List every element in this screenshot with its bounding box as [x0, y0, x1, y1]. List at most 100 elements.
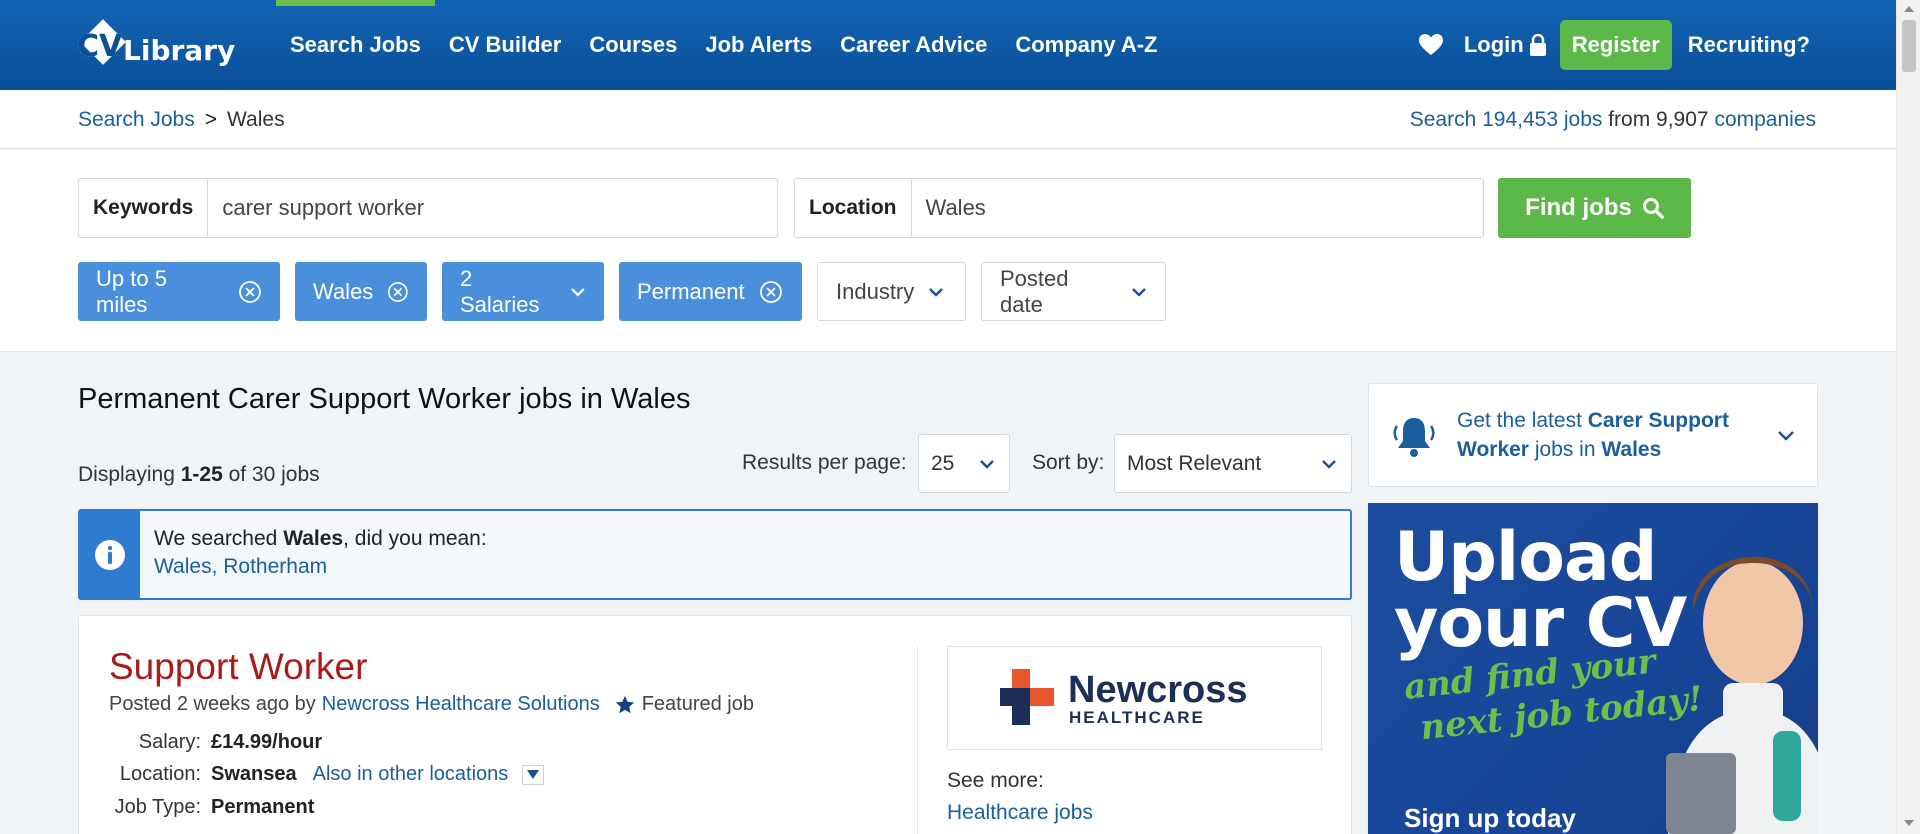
job-type-label: Job Type: [114, 796, 201, 818]
filter-distance-chip[interactable]: Up to 5 miles [78, 262, 280, 321]
advert-cta[interactable]: Sign up today [1404, 803, 1576, 834]
newcross-logo-name: Newcross [1068, 669, 1248, 711]
close-circle-icon[interactable] [238, 280, 262, 304]
job-alert-text: Get the latest Carer Support Worker jobs… [1457, 406, 1767, 464]
see-more-label: See more: [947, 769, 1044, 792]
results-count: Displaying 1-25 of 30 jobs [78, 463, 320, 487]
keywords-label: Keywords [79, 179, 209, 237]
job-salary-label: Salary: [138, 731, 201, 753]
featured-job-label: Featured job [641, 693, 754, 715]
job-card: Support Worker Posted 2 weeks ago by New… [78, 615, 1352, 834]
cv-library-logo[interactable]: CV Library CV [73, 14, 243, 76]
alert-location: Wales [1601, 438, 1662, 461]
search-panel: Keywords carer support worker Location W… [0, 150, 1896, 352]
scroll-down-icon[interactable] [1904, 820, 1914, 826]
breadcrumb-bar: Search Jobs > Wales Search 194,453 jobs … [0, 90, 1896, 149]
did-you-mean-term: Wales [283, 527, 344, 550]
filter-jobtype-chip[interactable]: Permanent [619, 262, 802, 321]
chevron-down-icon [1322, 459, 1336, 469]
did-you-mean-suggestion[interactable]: Wales, Rotherham [154, 555, 327, 579]
nav-search-jobs[interactable]: Search Jobs [276, 0, 435, 90]
filter-location-label: Wales [313, 278, 374, 304]
search-icon [1642, 198, 1664, 219]
filter-salary-chip[interactable]: 2 Salaries [442, 262, 604, 321]
nav-job-alerts[interactable]: Job Alerts [691, 0, 826, 90]
keywords-field[interactable]: Keywords carer support worker [78, 178, 778, 238]
page-scrollbar[interactable] [1896, 0, 1920, 834]
chevron-down-icon [980, 459, 994, 469]
company-logo[interactable]: Newcross HEALTHCARE [947, 646, 1322, 750]
breadcrumb-search-jobs[interactable]: Search Jobs [78, 108, 195, 132]
keywords-input[interactable]: carer support worker [208, 179, 424, 237]
register-button[interactable]: Register [1559, 20, 1672, 70]
heart-icon[interactable] [1418, 33, 1444, 57]
chevron-down-icon [929, 287, 944, 297]
results-per-page-label: Results per page: [742, 451, 907, 474]
job-type-value: Permanent [211, 796, 315, 818]
results-title: Permanent Carer Support Worker jobs in W… [78, 383, 691, 415]
did-you-mean-suffix: , did you mean: [343, 527, 487, 550]
results-count-suffix: of 30 jobs [222, 463, 320, 486]
sort-by-select[interactable]: Most Relevant [1114, 434, 1352, 493]
newcross-logo: Newcross HEALTHCARE [1000, 669, 1248, 727]
upload-cv-advert[interactable]: Upload your CV and find your next job to… [1368, 503, 1818, 834]
breadcrumb-separator: > [204, 108, 217, 131]
job-type-row: Job Type: Permanent [109, 796, 315, 819]
filter-industry-dropdown[interactable]: Industry [817, 262, 966, 321]
scroll-up-icon[interactable] [1904, 6, 1914, 12]
location-input[interactable]: Wales [912, 179, 986, 237]
site-header: CV Library CV Search Jobs CV Builder Cou… [0, 0, 1896, 90]
recruiting-link[interactable]: Recruiting? [1688, 32, 1810, 58]
results-count-range: 1-25 [180, 463, 223, 486]
close-circle-icon[interactable] [387, 280, 409, 304]
advert-heading: Upload your CV [1394, 518, 1687, 658]
alert-prefix: Get the latest [1457, 409, 1588, 432]
see-more-link[interactable]: Healthcare jobs [947, 801, 1093, 825]
newcross-logo-sub: HEALTHCARE [1069, 708, 1205, 727]
other-locations-link[interactable]: Also in other locations [313, 763, 509, 786]
job-alert-box[interactable]: Get the latest Carer Support Worker jobs… [1368, 383, 1818, 487]
did-you-mean-prefix: We searched [154, 527, 284, 550]
location-field[interactable]: Location Wales [794, 178, 1484, 238]
job-posted-line: Posted 2 weeks ago by Newcross Healthcar… [109, 693, 754, 716]
breadcrumb: Search Jobs > Wales [78, 108, 285, 132]
header-actions: Login Register Recruiting? [1418, 0, 1810, 90]
filter-location-chip[interactable]: Wales [295, 262, 427, 321]
login-link[interactable]: Login [1464, 32, 1546, 58]
scroll-thumb[interactable] [1902, 20, 1916, 72]
results-per-page-value: 25 [931, 451, 955, 475]
svg-text:Library: Library [123, 34, 235, 67]
companies-link[interactable]: companies [1714, 108, 1816, 131]
results-count-prefix: Displaying [78, 463, 181, 486]
job-title-link[interactable]: Support Worker [109, 646, 367, 688]
star-icon [615, 695, 634, 713]
info-bar [80, 511, 140, 598]
search-jobs-count-link[interactable]: Search 194,453 jobs [1410, 108, 1603, 131]
job-salary-value: £14.99/hour [211, 731, 323, 753]
nav-career-advice[interactable]: Career Advice [826, 0, 1001, 90]
filter-posted-date-dropdown[interactable]: Posted date [981, 262, 1166, 321]
advert-heading-line1: Upload [1394, 518, 1657, 597]
sort-by-value: Most Relevant [1127, 451, 1262, 475]
nav-company-a-z[interactable]: Company A-Z [1001, 0, 1171, 90]
job-company-link[interactable]: Newcross Healthcare Solutions [322, 693, 600, 716]
other-locations-toggle[interactable] [522, 764, 545, 785]
close-circle-icon[interactable] [759, 280, 783, 304]
sort-by-label: Sort by: [1032, 451, 1105, 474]
nav-cv-builder[interactable]: CV Builder [435, 0, 575, 90]
nav-courses[interactable]: Courses [575, 0, 691, 90]
find-jobs-label: Find jobs [1525, 194, 1632, 221]
job-stats: Search 194,453 jobs from 9,907 companies [1410, 108, 1816, 132]
alert-mid: jobs in [1528, 438, 1602, 461]
did-you-mean-text: We searched Wales, did you mean: [154, 527, 487, 551]
card-divider [917, 646, 918, 834]
chevron-down-icon[interactable] [1777, 430, 1795, 442]
chevron-down-icon [1132, 287, 1146, 297]
find-jobs-button[interactable]: Find jobs [1498, 178, 1691, 238]
login-label: Login [1463, 32, 1524, 57]
results-per-page-select[interactable]: 25 [918, 434, 1010, 493]
job-location-value: Swansea [211, 763, 297, 785]
did-you-mean-notice: We searched Wales, did you mean: Wales, … [78, 509, 1352, 600]
filter-industry-label: Industry [836, 278, 915, 304]
breadcrumb-current: Wales [227, 108, 285, 131]
